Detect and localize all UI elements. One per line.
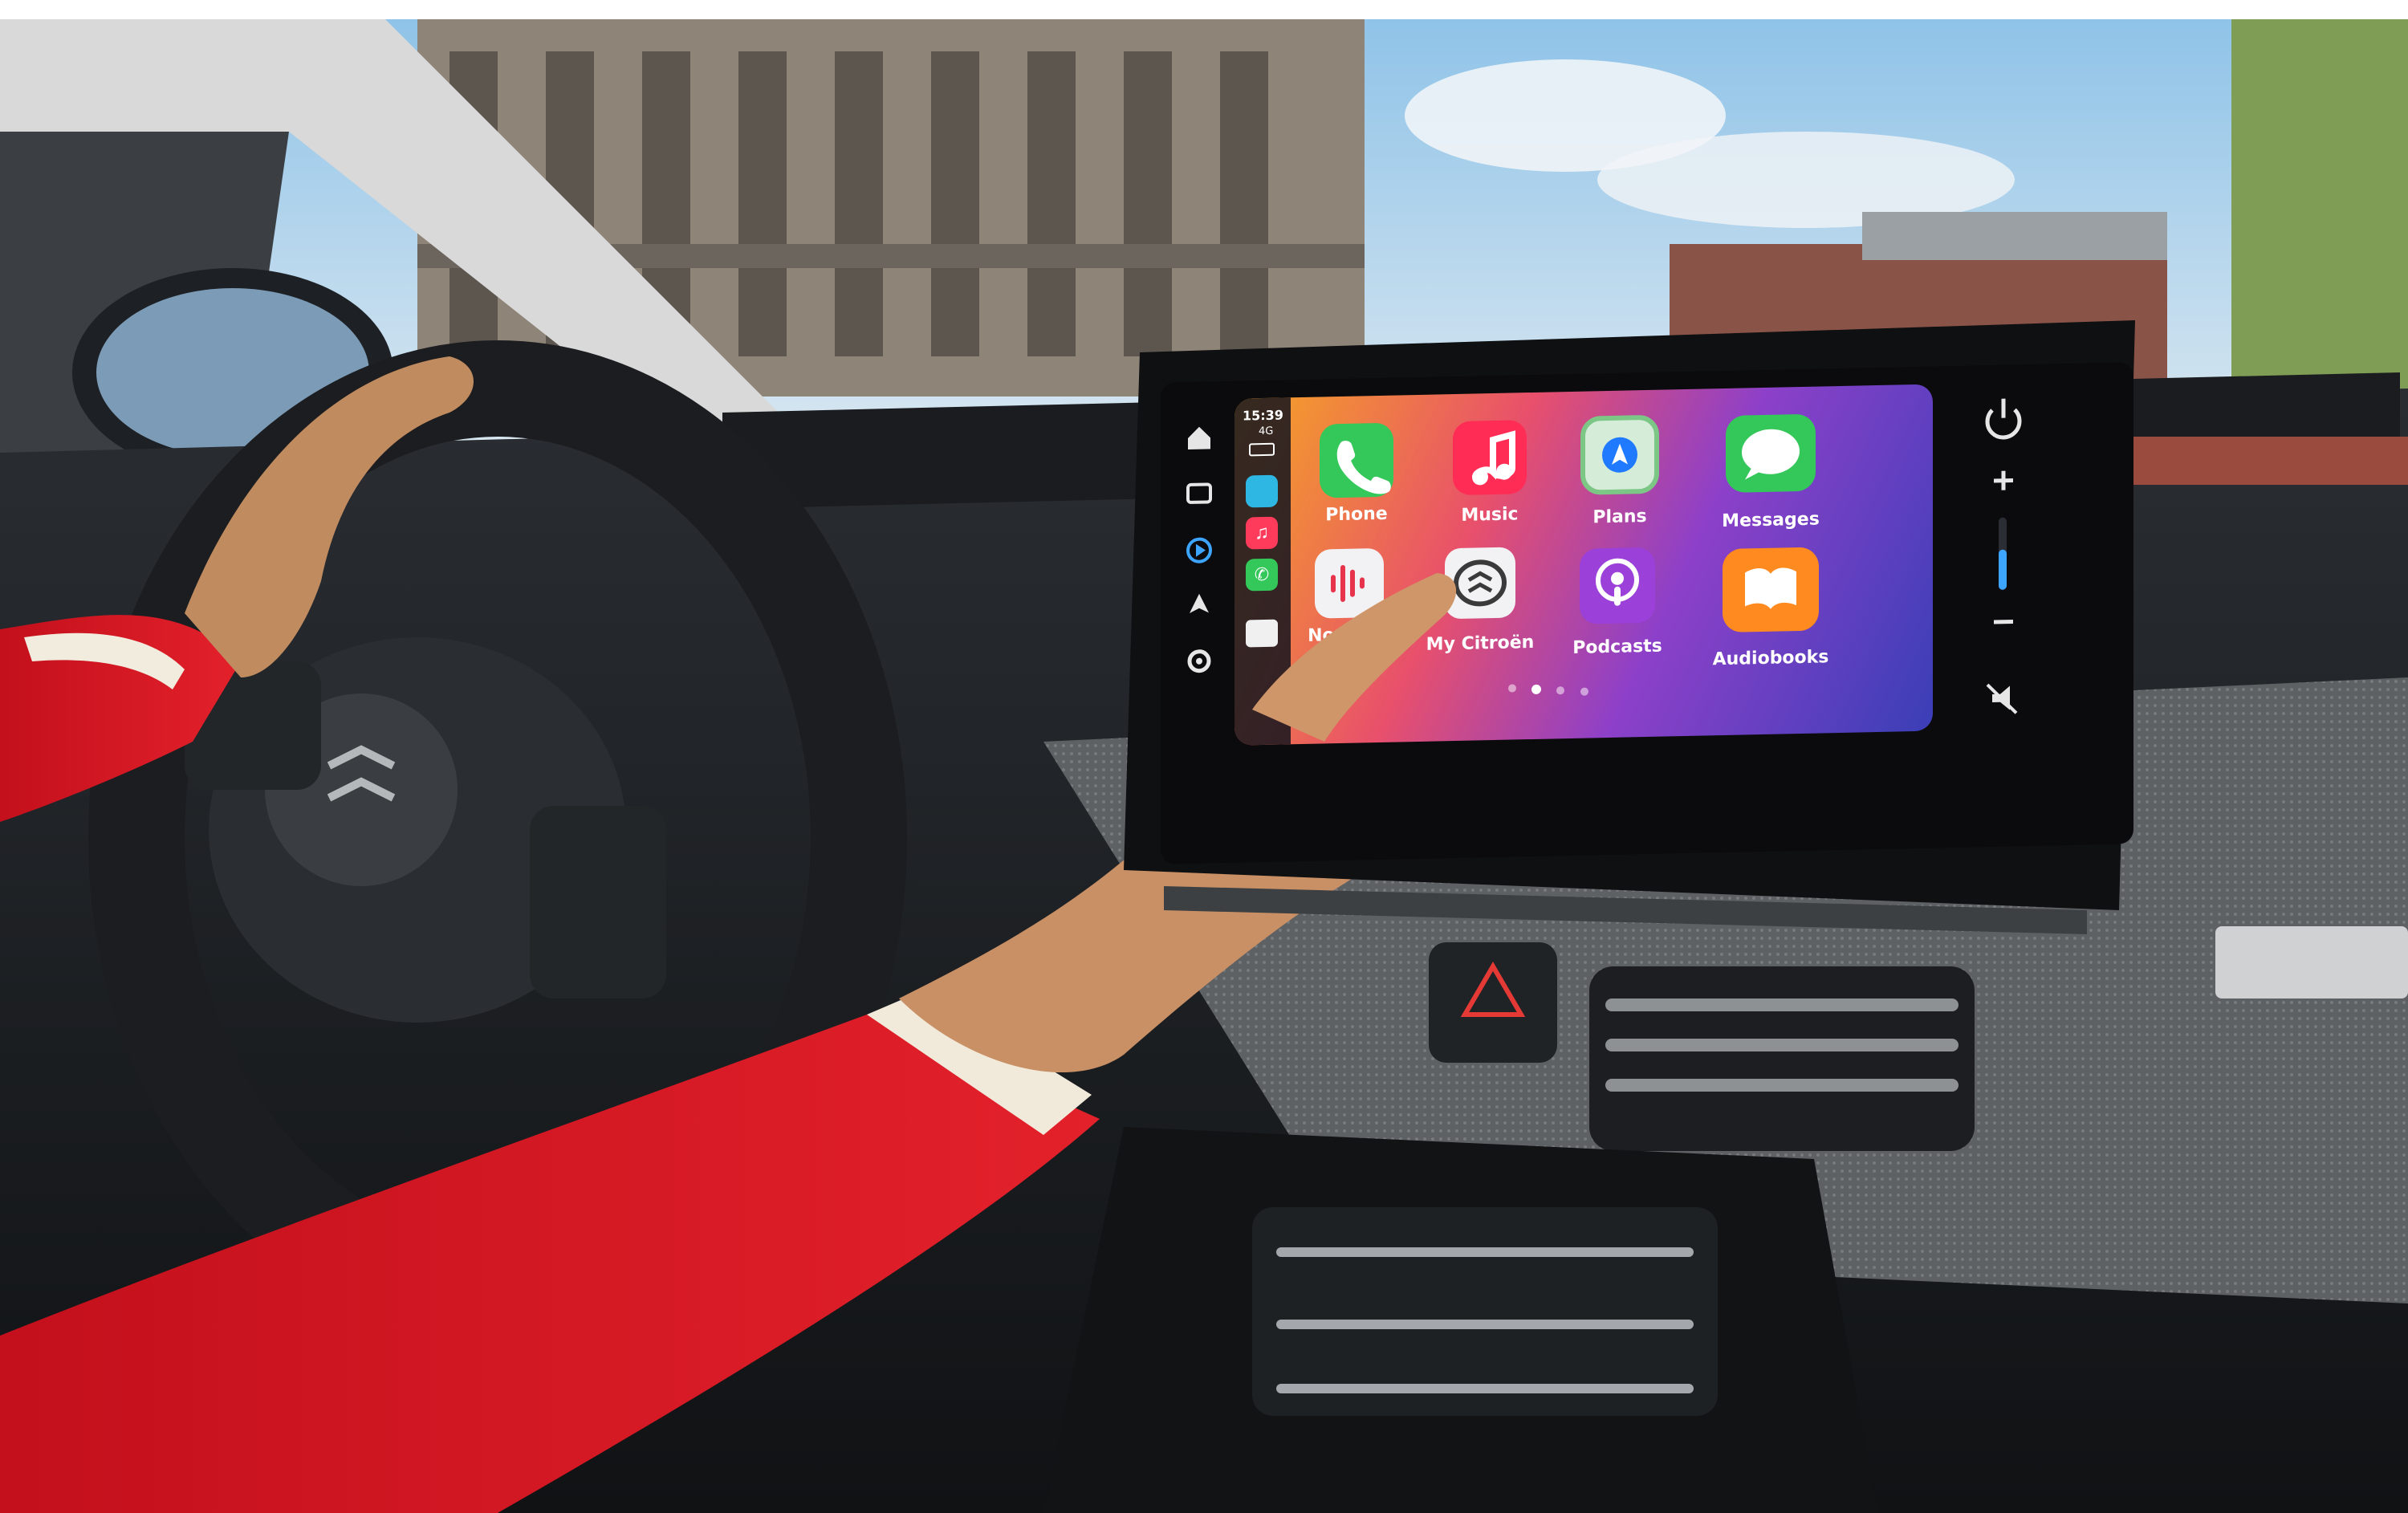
media-source-icon[interactable] — [1186, 537, 1212, 563]
mute-icon[interactable] — [1986, 683, 2018, 714]
page-dot[interactable] — [1580, 687, 1588, 696]
app-messages-label: Messages — [1722, 510, 1820, 532]
right-control-rail — [1963, 372, 2044, 751]
app-audiobooks-label: Audiobooks — [1713, 647, 1829, 669]
app-podcasts-label: Podcasts — [1572, 637, 1662, 658]
app-phone-label: Phone — [1325, 504, 1387, 526]
app-podcasts[interactable]: Podcasts — [1572, 547, 1662, 658]
settings-gear-icon[interactable] — [1187, 649, 1211, 673]
page-dot[interactable] — [1556, 686, 1564, 695]
app-music[interactable]: Music — [1453, 420, 1527, 526]
infotainment-screen: 15:39 4G ♫ ✆ Phone Music Plans Messages … — [1161, 362, 2133, 864]
car-interior-photo: 15:39 4G ♫ ✆ Phone Music Plans Messages … — [0, 19, 2408, 1513]
app-my-citroen-label: My Citroën — [1426, 632, 1535, 655]
volume-up-icon[interactable] — [1994, 470, 2013, 490]
page-indicator — [1508, 684, 1588, 696]
app-my-citroen[interactable]: My Citroën — [1426, 547, 1535, 655]
app-messages[interactable]: Messages — [1722, 414, 1820, 532]
app-phone[interactable]: Phone — [1320, 423, 1393, 526]
home-icon[interactable] — [1188, 426, 1210, 449]
car-mode-icon[interactable] — [1186, 482, 1212, 504]
page-dot[interactable] — [1508, 684, 1516, 693]
app-now-label: Now — [1308, 625, 1351, 646]
app-grid: Phone Music Plans Messages Now My Citroë… — [1308, 414, 1829, 696]
app-audiobooks[interactable]: Audiobooks — [1713, 547, 1829, 669]
volume-down-icon[interactable] — [1994, 619, 2013, 624]
carplay-display: 15:39 4G ♫ ✆ Phone Music Plans Messages … — [1235, 384, 1933, 746]
app-music-label: Music — [1461, 504, 1518, 525]
volume-slider[interactable] — [1999, 517, 2007, 590]
left-control-rail — [1165, 397, 1230, 832]
app-plans-label: Plans — [1592, 506, 1646, 527]
power-icon[interactable] — [1985, 398, 2022, 440]
navigation-arrow-icon[interactable] — [1190, 593, 1209, 613]
app-now[interactable]: Now — [1308, 548, 1384, 646]
page-dot-active[interactable] — [1531, 684, 1541, 694]
app-plans[interactable]: Plans — [1580, 415, 1659, 528]
